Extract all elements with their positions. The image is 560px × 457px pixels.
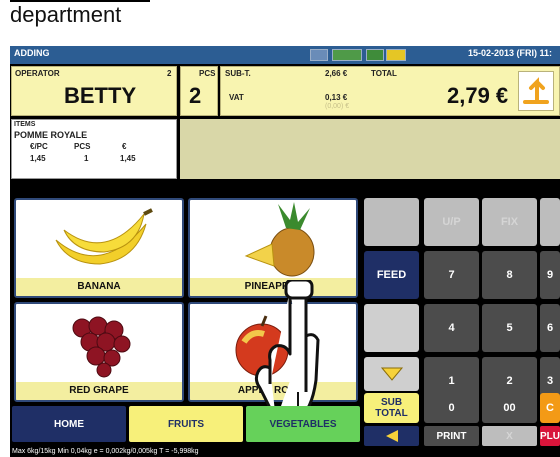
subtotal-label: SUB-T.: [225, 69, 251, 78]
vat-value: 0,13 €: [325, 93, 348, 102]
message-area: [180, 119, 560, 179]
key-scroll-down[interactable]: [364, 357, 419, 391]
item-col-amount: €: [122, 142, 127, 151]
operator-number: 2: [167, 69, 172, 78]
banana-icon: [55, 208, 153, 265]
key-subtotal[interactable]: SUB TOTAL: [364, 393, 419, 423]
grape-icon: [72, 316, 131, 378]
scale-icon: [332, 49, 362, 61]
mode-label: ADDING: [14, 48, 50, 58]
title-bar: ADDING 15-02-2013 (FRI) 11:: [10, 46, 560, 64]
return-button[interactable]: [518, 71, 554, 111]
key-subtotal-line1: SUB: [380, 397, 403, 408]
network-icon: [386, 49, 406, 61]
triangle-down-icon: [380, 367, 403, 381]
key-6[interactable]: 6: [540, 304, 560, 352]
totals-panel: SUB-T. 2,66 € TOTAL VAT 0,13 € (0,00) € …: [220, 66, 560, 116]
items-label: ITEMS: [14, 121, 36, 128]
back-button[interactable]: [364, 426, 419, 446]
vat-sub-value: (0,00) €: [325, 103, 350, 110]
tile-banana[interactable]: BANANA: [14, 198, 184, 298]
item-name: POMME ROYALE: [14, 130, 88, 140]
key-clear[interactable]: C: [540, 393, 560, 423]
item-amount: 1,45: [120, 154, 136, 163]
subtotal-value: 2,66 €: [325, 69, 348, 78]
operator-label: OPERATOR: [15, 69, 60, 78]
key-5[interactable]: 5: [482, 304, 537, 352]
key-unit-price[interactable]: U/P: [424, 198, 479, 246]
return-arrow-icon: [523, 77, 549, 104]
pineapple-icon: [244, 202, 315, 277]
key-blank-3[interactable]: [364, 304, 419, 352]
key-multiply[interactable]: X: [482, 426, 537, 446]
item-price: 1,45: [30, 154, 46, 163]
print-button[interactable]: PRINT: [424, 426, 479, 446]
status-bar: Max 6kg/15kg Min 0,04kg e = 0,002kg/0,00…: [10, 446, 560, 457]
key-4[interactable]: 4: [424, 304, 479, 352]
screen-icon: [310, 49, 328, 61]
tile-banana-label: BANANA: [16, 278, 182, 296]
item-col-pcs: PCS: [74, 142, 91, 151]
key-00[interactable]: 00: [482, 393, 537, 423]
key-9[interactable]: 9: [540, 251, 560, 299]
key-blank-2[interactable]: [540, 198, 560, 246]
item-col-price: €/PC: [30, 142, 48, 151]
operator-name: BETTY: [64, 83, 137, 108]
plu-button[interactable]: PLU: [540, 426, 560, 446]
pcs-panel: PCS 2: [180, 66, 218, 116]
caption: department: [10, 2, 122, 27]
tile-red-grape-label: RED GRAPE: [16, 382, 182, 400]
total-value: 2,79 €: [447, 83, 509, 108]
tile-red-grape[interactable]: RED GRAPE: [14, 302, 184, 402]
pcs-label: PCS: [199, 69, 216, 78]
vat-label: VAT: [229, 93, 244, 102]
battery-icon: [366, 49, 384, 61]
home-button[interactable]: HOME: [12, 406, 126, 442]
key-7[interactable]: 7: [424, 251, 479, 299]
total-label: TOTAL: [371, 69, 397, 78]
key-blank-1[interactable]: [364, 198, 419, 246]
vegetables-button[interactable]: VEGETABLES: [246, 406, 360, 442]
pcs-value: 2: [189, 83, 202, 108]
datetime: 15-02-2013 (FRI) 11:: [468, 48, 553, 58]
key-fix[interactable]: FIX: [482, 198, 537, 246]
key-8[interactable]: 8: [482, 251, 537, 299]
items-panel: ITEMS POMME ROYALE €/PC PCS € 1,45 1 1,4…: [11, 119, 177, 179]
item-pcs: 1: [84, 154, 89, 163]
key-subtotal-line2: TOTAL: [375, 408, 408, 419]
pos-screen: ADDING 15-02-2013 (FRI) 11: OPERATOR 2 B…: [10, 46, 560, 457]
fruits-button[interactable]: FRUITS: [129, 406, 243, 442]
triangle-left-icon: [385, 430, 398, 442]
key-feed[interactable]: FEED: [364, 251, 419, 299]
operator-panel[interactable]: OPERATOR 2 BETTY: [11, 66, 177, 116]
key-0[interactable]: 0: [424, 393, 479, 423]
